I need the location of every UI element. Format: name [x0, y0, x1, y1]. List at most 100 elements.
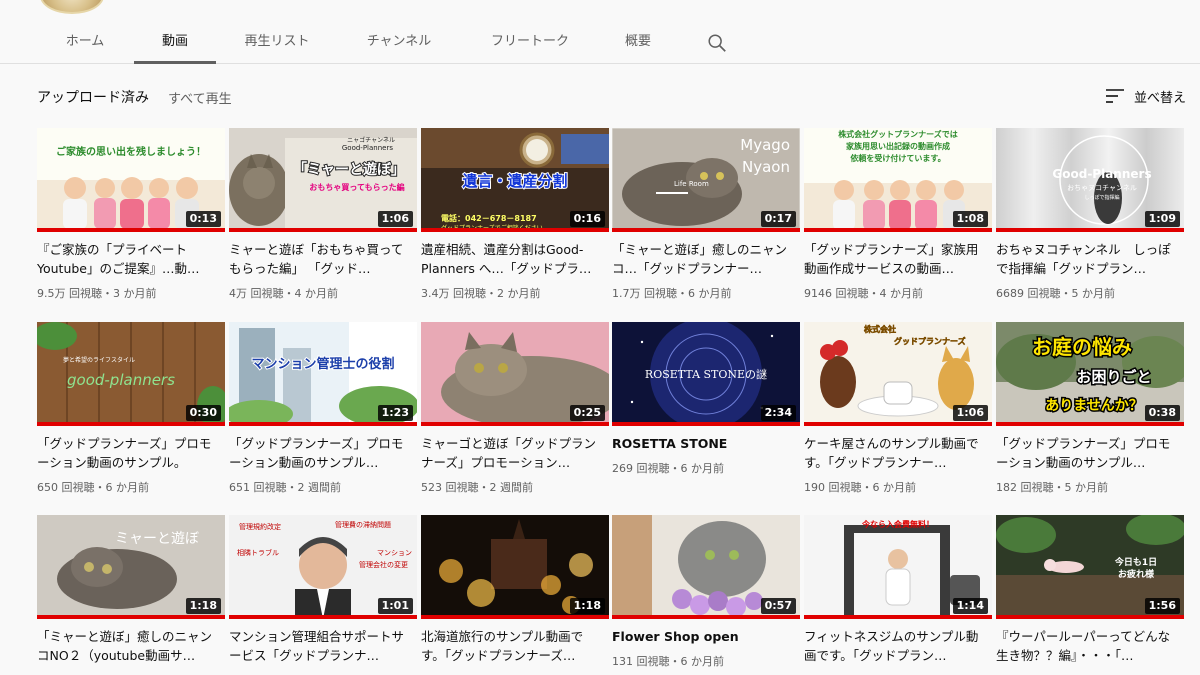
video-title[interactable]: 「ミャーと遊ぼ」癒しのニャンコNO２（youtube動画サ… [37, 627, 219, 665]
video-title[interactable]: ミャーと遊ぼ「おもちゃ買ってもらった編」 「グッド… [229, 240, 411, 278]
video-thumbnail[interactable]: ご家族の思い出を残しましょう！ 0:13 [37, 128, 225, 232]
video-title[interactable]: 『ご家族の「プライベートYoutube」のご提案』…動… [37, 240, 219, 278]
video-card[interactable]: 0:25 ミャーゴと遊ぼ「グッドプランナーズ」プロモーション… 523 回視聴・… [421, 322, 609, 502]
video-card[interactable]: 管理規約改定 管理費の滞納問題 相隣トラブル マンション 管理会社の変更 1:0… [229, 515, 417, 675]
video-thumbnail[interactable]: 株式会社グットプランナーズでは 家族用思い出記録の動画作成 依頼を受け付けていま… [804, 128, 992, 232]
sort-button[interactable]: 並べ替え [1106, 86, 1186, 106]
thumbnail-caption: おもちゃ買ってもらった編 [309, 182, 404, 192]
tab-home[interactable]: ホーム [56, 26, 114, 64]
thumbnail-caption: 家族用思い出記録の動画作成 [846, 141, 950, 151]
duration-badge: 0:17 [760, 211, 796, 227]
video-card[interactable]: ROSETTA STONEの謎 2:34 ROSETTA STONE 269 回… [612, 322, 800, 502]
video-card[interactable]: Good-Planners おちゃヌコチャンネル しっぽで指揮編 1:09 おち… [996, 128, 1184, 308]
watch-progress-bar [612, 615, 800, 619]
video-title[interactable]: 「グッドプランナーズ」プロモーション動画のサンプル… [996, 434, 1178, 472]
video-title[interactable]: 「グッドプランナーズ」プロモーション動画のサンプル… [229, 434, 411, 472]
duration-badge: 0:16 [569, 211, 605, 227]
thumbnail-caption: ミャーと遊ぼ [115, 531, 199, 547]
video-thumbnail[interactable]: ミャーと遊ぼ 1:18 [37, 515, 225, 619]
thumbnail-caption: 管理費の滞納問題 [335, 520, 391, 529]
video-card[interactable]: ご家族の思い出を残しましょう！ 0:13 『ご家族の「プライベートYoutube… [37, 128, 225, 308]
thumbnail-caption: 今日も1日 [1114, 556, 1157, 568]
watch-progress-bar [804, 228, 992, 232]
watch-progress-bar [229, 228, 417, 232]
video-thumbnail[interactable]: ニャゴチャンネル Good-Planners 「ミャーと遊ぼ」 おもちゃ買っても… [229, 128, 417, 232]
video-card[interactable]: 遺言・遺産分割 電話：042－678－8187 グッドプランナーズでご相談くださ… [421, 128, 609, 308]
video-thumbnail[interactable]: 今日も1日 お疲れ様 1:56 [996, 515, 1184, 619]
thumbnail-caption: お困りごと [1076, 368, 1151, 386]
video-thumbnail[interactable]: Myago Nyaon Life Room 0:17 [612, 128, 800, 232]
video-thumbnail[interactable]: マンション管理士の役割 1:23 [229, 322, 417, 426]
tab-about[interactable]: 概要 [614, 26, 662, 64]
videos-section: アップロード済み すべて再生 並べ替え ご家族の思い出を残しましょう！ 0:13 [0, 65, 1200, 675]
video-thumbnail[interactable]: 遺言・遺産分割 電話：042－678－8187 グッドプランナーズでご相談くださ… [421, 128, 609, 232]
video-card[interactable]: 今なら入会費無料！ 1:14 フィットネスジムのサンプル動画です。「グッドプラン… [804, 515, 992, 675]
video-card[interactable]: ミャーと遊ぼ 1:18 「ミャーと遊ぼ」癒しのニャンコNO２（youtube動画… [37, 515, 225, 675]
thumbnail-caption: Good-Planners [342, 144, 393, 152]
search-icon[interactable] [706, 32, 728, 54]
video-card[interactable]: マンション管理士の役割 1:23 「グッドプランナーズ」プロモーション動画のサン… [229, 322, 417, 502]
video-card[interactable]: 株式会社 グッドプランナーズ 1:06 ケーキ屋さんのサンプル動画です。「グッド… [804, 322, 992, 502]
tab-videos[interactable]: 動画 [134, 26, 216, 64]
video-title[interactable]: フィットネスジムのサンプル動画です。「グッドプラン… [804, 627, 986, 665]
video-thumbnail[interactable]: 1:18 [421, 515, 609, 619]
video-meta: 269 回視聴・6 か月前 [612, 462, 724, 475]
video-title[interactable]: 北海道旅行のサンプル動画です。「グッドプランナーズ… [421, 627, 603, 665]
duration-badge: 2:34 [760, 405, 796, 421]
video-thumbnail[interactable]: 管理規約改定 管理費の滞納問題 相隣トラブル マンション 管理会社の変更 1:0… [229, 515, 417, 619]
thumbnail-caption: Myago [740, 136, 790, 154]
video-meta: 9.5万 回視聴・3 か月前 [37, 287, 157, 300]
video-card[interactable]: お庭の悩み お困りごと ありませんか？ 0:38 「グッドプランナーズ」プロモー… [996, 322, 1184, 502]
video-card[interactable]: Myago Nyaon Life Room 0:17 「ミャーと遊ぼ」癒しのニャ… [612, 128, 800, 308]
video-thumbnail[interactable]: ROSETTA STONEの謎 2:34 [612, 322, 800, 426]
video-thumbnail[interactable]: 今なら入会費無料！ 1:14 [804, 515, 992, 619]
section-title: アップロード済み [37, 90, 149, 106]
duration-badge: 1:14 [952, 598, 988, 614]
duration-badge: 1:01 [377, 598, 413, 614]
video-card[interactable]: 今日も1日 お疲れ様 1:56 『ウーパールーパーってどんな生き物？？編』・・・… [996, 515, 1184, 675]
video-meta: 3.4万 回視聴・2 か月前 [421, 287, 541, 300]
duration-badge: 1:23 [377, 405, 413, 421]
video-card[interactable]: 0:57 Flower Shop open 131 回視聴・6 か月前 [612, 515, 800, 675]
duration-badge: 0:25 [569, 405, 605, 421]
watch-progress-bar [37, 228, 225, 232]
thumbnail-caption: Life Room [674, 180, 709, 188]
duration-badge: 1:56 [1144, 598, 1180, 614]
video-card[interactable]: 1:18 北海道旅行のサンプル動画です。「グッドプランナーズ… [421, 515, 609, 675]
watch-progress-bar [804, 615, 992, 619]
video-title[interactable]: 「グッドプランナーズ」プロモーション動画のサンプル。 [37, 434, 219, 472]
video-card[interactable]: 夢と希望のライフスタイル good-planners 0:30 「グッドプランナ… [37, 322, 225, 502]
channel-avatar[interactable] [40, 0, 104, 14]
thumbnail-caption: 管理規約改定 [239, 522, 281, 531]
duration-badge: 0:38 [1144, 405, 1180, 421]
tab-playlists[interactable]: 再生リスト [236, 26, 318, 64]
tab-channels[interactable]: チャンネル [358, 26, 440, 64]
duration-badge: 0:57 [760, 598, 796, 614]
video-thumbnail[interactable]: Good-Planners おちゃヌコチャンネル しっぽで指揮編 1:09 [996, 128, 1184, 232]
video-card[interactable]: ニャゴチャンネル Good-Planners 「ミャーと遊ぼ」 おもちゃ買っても… [229, 128, 417, 308]
thumbnail-caption: ご家族の思い出を残しましょう！ [56, 145, 206, 158]
video-card[interactable]: 株式会社グットプランナーズでは 家族用思い出記録の動画作成 依頼を受け付けていま… [804, 128, 992, 308]
thumbnail-caption: グッドプランナーズ [894, 336, 966, 346]
video-thumbnail[interactable]: 0:57 [612, 515, 800, 619]
video-title[interactable]: おちゃヌコチャンネル しっぽで指揮編「グッドプラン… [996, 240, 1178, 278]
thumbnail-caption: 「ミャーと遊ぼ」 [293, 161, 405, 178]
video-title[interactable]: マンション管理組合サポートサービス「グッドプランナ… [229, 627, 411, 665]
video-title[interactable]: 遺産相続、遺産分割はGood-Planners へ…「グッドプラ… [421, 240, 603, 278]
video-thumbnail[interactable]: 株式会社 グッドプランナーズ 1:06 [804, 322, 992, 426]
tab-free-talk[interactable]: フリートーク [480, 26, 580, 64]
video-title[interactable]: 『ウーパールーパーってどんな生き物？？編』・・・「… [996, 627, 1178, 665]
video-thumbnail[interactable]: お庭の悩み お困りごと ありませんか？ 0:38 [996, 322, 1184, 426]
sort-icon [1106, 89, 1124, 103]
video-thumbnail[interactable]: 0:25 [421, 322, 609, 426]
play-all-button[interactable]: すべて再生 [168, 88, 232, 107]
thumbnail-caption: 夢と希望のライフスタイル [63, 356, 135, 364]
watch-progress-bar [612, 228, 800, 232]
thumbnail-caption: お庭の悩み [1032, 335, 1132, 359]
video-title[interactable]: ミャーゴと遊ぼ「グッドプランナーズ」プロモーション… [421, 434, 603, 472]
video-title[interactable]: ケーキ屋さんのサンプル動画です。「グッドプランナー… [804, 434, 986, 472]
video-thumbnail[interactable]: 夢と希望のライフスタイル good-planners 0:30 [37, 322, 225, 426]
video-title[interactable]: 「グッドプランナーズ」家族用動画作成サービスの動画… [804, 240, 986, 278]
duration-badge: 0:13 [185, 211, 221, 227]
video-title[interactable]: 「ミャーと遊ぼ」癒しのニャンコ…「グッドプランナー… [612, 240, 794, 278]
